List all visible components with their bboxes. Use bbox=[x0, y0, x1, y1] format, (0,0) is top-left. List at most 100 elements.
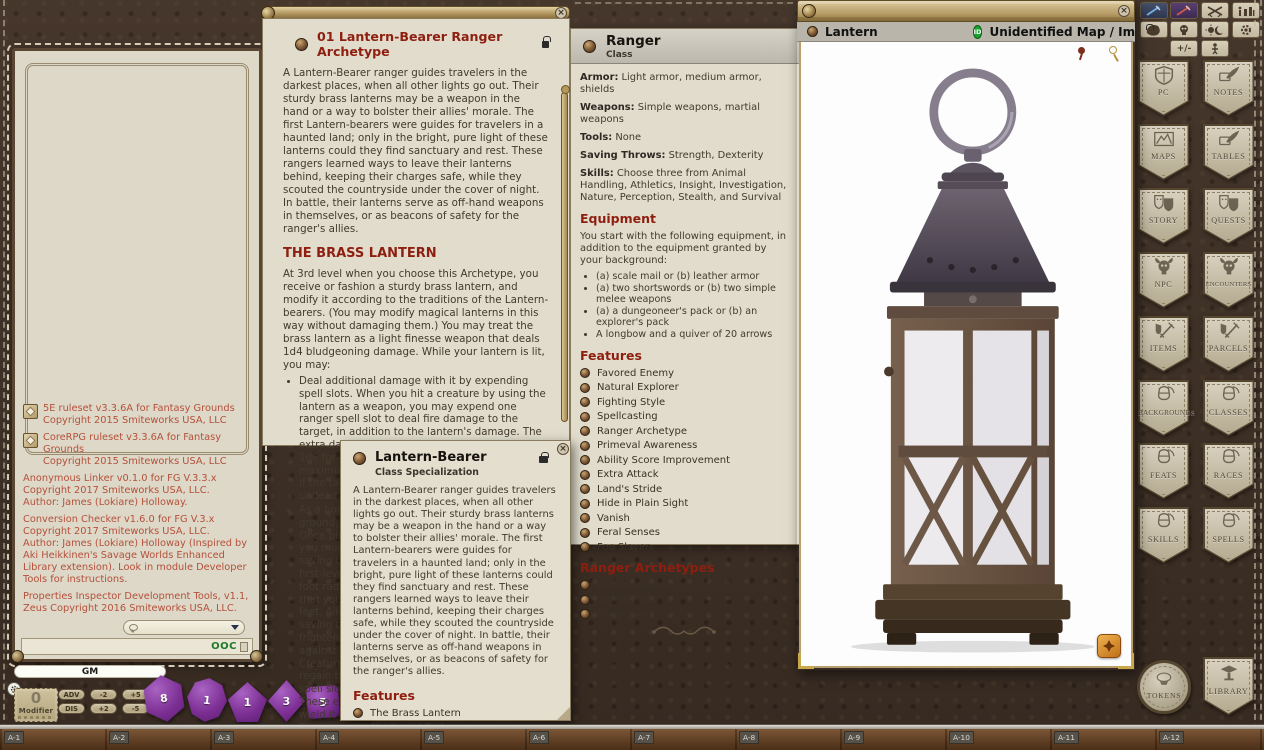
feature-link[interactable]: Vanish bbox=[580, 513, 790, 524]
image-subtitle: Unidentified Map / Im bbox=[989, 25, 1135, 39]
feature-link[interactable]: Natural Explorer bbox=[580, 382, 790, 393]
feature-link[interactable]: Primeval Awareness bbox=[580, 440, 790, 451]
link-icon[interactable] bbox=[295, 38, 308, 51]
close-icon[interactable]: × bbox=[557, 443, 569, 455]
top-edge-stitching bbox=[575, 2, 793, 4]
feature-link[interactable]: Feral Senses bbox=[580, 527, 790, 538]
sidebar-item-feats[interactable]: FEATS bbox=[1138, 443, 1189, 499]
lock-icon[interactable] bbox=[539, 456, 548, 463]
features-heading: Features bbox=[580, 348, 790, 363]
d20-die[interactable]: 8 bbox=[139, 672, 189, 725]
skull-icon bbox=[1174, 24, 1194, 36]
chat-message: Conversion Checker v1.6.0 for FG V.3.x C… bbox=[23, 514, 251, 586]
dis-button[interactable]: DIS bbox=[58, 703, 85, 714]
feature-link[interactable]: Spellcasting bbox=[580, 411, 790, 422]
quill-book-icon bbox=[1203, 128, 1254, 150]
chat-message: Anonymous Linker v0.1.0 for FG V.3.3.x C… bbox=[23, 473, 251, 509]
adv-button[interactable]: ADV bbox=[58, 689, 85, 700]
coord-label: A-1 bbox=[4, 731, 24, 744]
sidebar-item-quests[interactable]: QUESTS bbox=[1203, 188, 1254, 244]
pouch-button[interactable] bbox=[1140, 21, 1168, 38]
lighting-button[interactable] bbox=[1201, 21, 1229, 38]
d10-die[interactable]: 1 bbox=[228, 682, 267, 722]
sidebar-item-parcels[interactable]: PARCELS bbox=[1203, 316, 1254, 372]
pointer-mode-blue-button[interactable] bbox=[1140, 2, 1168, 19]
sword-shield-icon bbox=[1203, 320, 1254, 342]
blue-sword-icon bbox=[1144, 5, 1164, 17]
archetype-link[interactable]: Lantern-Bearer bbox=[580, 580, 790, 591]
sidebar-item-story[interactable]: STORY bbox=[1138, 188, 1189, 244]
link-icon[interactable] bbox=[583, 40, 596, 53]
spec-window-header[interactable]: Lantern-Bearer Class Specialization bbox=[341, 441, 570, 483]
sidebar-item-items[interactable]: ITEMS bbox=[1138, 316, 1189, 372]
feature-link[interactable]: The Brass Lantern bbox=[353, 708, 558, 719]
chat-mode-dropdown[interactable] bbox=[123, 620, 245, 635]
chat-message: Properties Inspector Development Tools, … bbox=[23, 591, 251, 615]
sidebar-item-tokens[interactable]: TOKENS bbox=[1137, 660, 1191, 714]
chat-window: 5E ruleset v3.3.6A for Fantasy Grounds C… bbox=[12, 48, 262, 662]
chat-input[interactable]: OOC bbox=[21, 638, 253, 655]
sidebar-item-library[interactable]: LIBRARY bbox=[1203, 657, 1254, 715]
sidebar-item-races[interactable]: RACES bbox=[1203, 443, 1254, 499]
chevron-down-icon bbox=[231, 625, 239, 630]
sidebar-item-npc[interactable]: NPC bbox=[1138, 252, 1189, 308]
combat-tracker-button[interactable] bbox=[1201, 2, 1229, 19]
crossed-swords-icon bbox=[1205, 5, 1225, 17]
link-icon[interactable] bbox=[353, 452, 366, 465]
red-pin-icon[interactable] bbox=[1078, 47, 1085, 54]
helm-icon bbox=[1203, 447, 1254, 467]
coord-label: A-11 bbox=[1054, 731, 1079, 744]
sidebar-item-pc[interactable]: PC bbox=[1138, 60, 1189, 116]
feature-link[interactable]: Land's Stride bbox=[580, 484, 790, 495]
scrollbar[interactable] bbox=[561, 92, 568, 422]
plus-2-button[interactable]: +2 bbox=[90, 703, 117, 714]
image-window-header: Lantern ID Unidentified Map / Im bbox=[797, 22, 1135, 42]
d12-die[interactable]: 1 bbox=[185, 676, 229, 724]
sun-moon-icon bbox=[1205, 24, 1225, 36]
image-window-drag-handle[interactable]: × bbox=[797, 0, 1135, 22]
identified-badge[interactable]: ID bbox=[973, 25, 983, 39]
modifier-box[interactable]: 0 Modifier bbox=[14, 688, 58, 722]
sidebar-item-notes[interactable]: NOTES bbox=[1203, 60, 1254, 116]
coord-label: A-7 bbox=[634, 731, 654, 744]
horned-skull-icon bbox=[1203, 256, 1254, 278]
lock-icon[interactable] bbox=[542, 41, 549, 48]
feature-link[interactable]: Ranger Archetype bbox=[580, 426, 790, 437]
link-icon[interactable] bbox=[807, 26, 818, 37]
sidebar-item-classes[interactable]: CLASSES bbox=[1203, 380, 1254, 436]
gem-bullet-icon bbox=[580, 426, 590, 436]
theater-masks-icon bbox=[1203, 192, 1254, 214]
sidebar-item-maps[interactable]: MAPS bbox=[1138, 124, 1189, 180]
feature-link[interactable]: Hide in Plain Sight bbox=[580, 498, 790, 509]
plus-minus-icon: +/- bbox=[1177, 44, 1192, 54]
effects-button[interactable] bbox=[1170, 21, 1198, 38]
close-icon[interactable]: × bbox=[1118, 5, 1130, 17]
helm-icon bbox=[1203, 384, 1254, 404]
equipment-intro: You start with the following equipment, … bbox=[580, 231, 790, 267]
ranger-window-header[interactable]: Ranger Class bbox=[571, 29, 799, 64]
ooc-button[interactable]: OOC bbox=[211, 641, 237, 652]
feature-link[interactable]: Ability Score Improvement bbox=[580, 455, 790, 466]
sidebar-item-backgrounds[interactable]: BACKGROUNDS bbox=[1138, 380, 1189, 436]
feature-link[interactable]: Fighting Style bbox=[580, 397, 790, 408]
sidebar-item-tables[interactable]: TABLES bbox=[1203, 124, 1254, 180]
archetype-link[interactable]: Stormcloak bbox=[580, 594, 790, 605]
story-title: 01 Lantern-Bearer Ranger Archetype bbox=[317, 29, 533, 59]
chat-log[interactable]: 5E ruleset v3.3.6A for Fantasy Grounds C… bbox=[23, 403, 251, 615]
lantern-photo bbox=[805, 48, 1127, 656]
token-crest-icon bbox=[1140, 670, 1188, 688]
archetype-link[interactable]: Thornguard bbox=[580, 609, 790, 620]
sidebar-item-encounters[interactable]: ENCOUNTERS bbox=[1203, 252, 1254, 308]
feature-link[interactable]: Foe Slayer bbox=[580, 542, 790, 553]
feature-link[interactable]: Favored Enemy bbox=[580, 368, 790, 379]
gold-pin-icon[interactable] bbox=[1109, 46, 1117, 54]
feature-link[interactable]: Extra Attack bbox=[580, 469, 790, 480]
gem-bullet-icon bbox=[580, 470, 590, 480]
minus-2-button[interactable]: -2 bbox=[90, 689, 117, 700]
pointer-mode-red-button[interactable] bbox=[1170, 2, 1198, 19]
modifiers-button[interactable]: +/- bbox=[1170, 40, 1198, 57]
character-scale-button[interactable] bbox=[1201, 40, 1229, 57]
image-canvas[interactable] bbox=[799, 42, 1133, 668]
sidebar-item-skills[interactable]: SKILLS bbox=[1138, 507, 1189, 563]
sidebar-item-spells[interactable]: SPELLS bbox=[1203, 507, 1254, 563]
